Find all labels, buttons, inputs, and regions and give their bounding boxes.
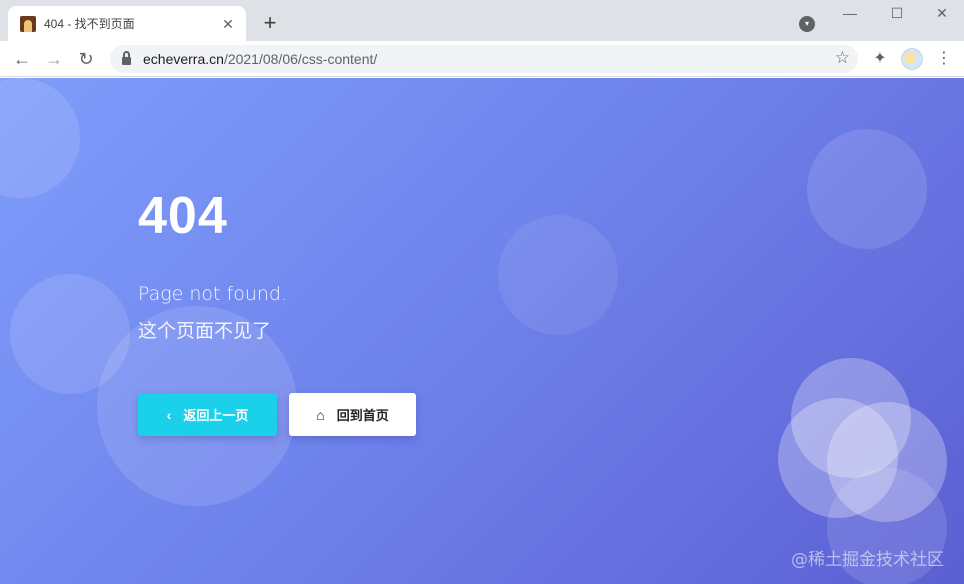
address-bar[interactable]: echeverra.cn/2021/08/06/css-content/ ☆ (110, 45, 858, 73)
go-back-button[interactable]: ‹ 返回上一页 (138, 393, 277, 436)
tab-close-icon[interactable]: ✕ (220, 16, 236, 32)
back-arrow-icon[interactable]: ← (10, 47, 34, 71)
browser-tab[interactable]: 404 - 找不到页面 ✕ (8, 6, 246, 41)
site-favicon-icon (20, 15, 36, 32)
watermark: @稀土掘金技术社区 (791, 550, 944, 570)
close-window-button[interactable]: ✕ (930, 4, 954, 22)
url-path: /2021/08/06/css-content/ (223, 51, 378, 67)
url-text[interactable]: echeverra.cn/2021/08/06/css-content/ (143, 51, 377, 67)
url-host: echeverra.cn (143, 51, 224, 67)
new-tab-button[interactable]: + (258, 12, 282, 36)
minimize-button[interactable]: — (838, 4, 862, 22)
home-icon: ⌂ (316, 406, 325, 423)
forward-arrow-icon[interactable]: → (42, 47, 66, 71)
tab-strip: 404 - 找不到页面 ✕ + ▾ — ☐ ✕ (0, 0, 964, 41)
error-page: 404 Page not found. 这个页面不见了 ‹ 返回上一页 ⌂ 回到… (0, 78, 964, 584)
browser-toolbar: ← → ↻ echeverra.cn/2021/08/06/css-conten… (0, 41, 964, 77)
maximize-button[interactable]: ☐ (885, 4, 909, 22)
extensions-puzzle-icon[interactable]: ✦ (868, 47, 892, 71)
home-button[interactable]: ⌂ 回到首页 (289, 393, 416, 436)
error-message-zh: 这个页面不见了 (138, 320, 272, 342)
chevron-left-icon: ‹ (166, 406, 172, 423)
decor-bubble (498, 215, 618, 335)
decor-bubble (0, 78, 80, 198)
home-label: 回到首页 (336, 408, 389, 423)
bookmark-star-icon[interactable]: ☆ (835, 48, 850, 68)
error-code: 404 (138, 187, 228, 245)
decor-bubble (807, 129, 927, 249)
more-menu-icon[interactable]: ⋮ (932, 47, 956, 71)
lock-icon[interactable] (122, 51, 131, 65)
error-message-en: Page not found. (138, 283, 288, 305)
tab-title: 404 - 找不到页面 (44, 17, 135, 31)
go-back-label: 返回上一页 (183, 408, 249, 423)
reload-icon[interactable]: ↻ (74, 47, 98, 71)
profile-avatar[interactable] (901, 48, 923, 70)
tab-search-icon[interactable]: ▾ (799, 16, 815, 32)
